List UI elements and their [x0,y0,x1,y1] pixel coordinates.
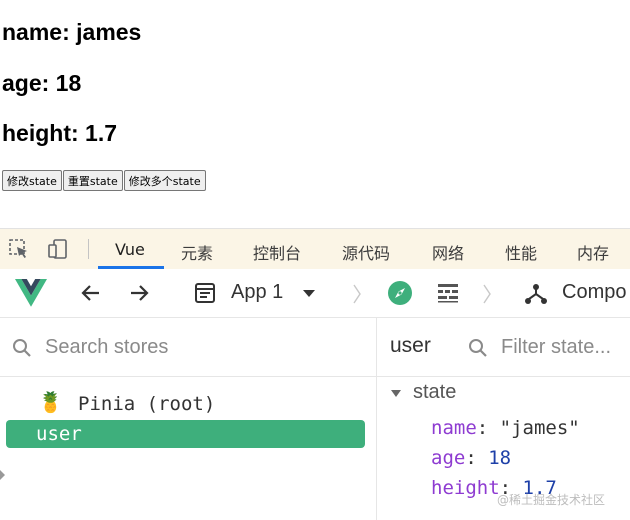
state-inspector: user Filter state... state name: "james"… [377,318,630,520]
state-prop-name: name: "james" [431,417,580,439]
components-tab-label[interactable]: Compo [562,281,626,304]
tab-console[interactable]: 控制台 [253,240,301,264]
filter-search-icon [469,339,487,357]
chevron-down-icon[interactable] [302,289,316,299]
store-item-user-label: user [36,423,82,445]
prop-key: height [431,477,500,499]
prop-value[interactable]: 18 [488,447,511,469]
search-stores-input[interactable]: Search stores [45,336,168,359]
inspect-element-icon[interactable] [8,238,30,260]
prop-key: age [431,447,466,469]
timeline-icon[interactable] [437,283,459,303]
chevron-right-icon-2 [483,284,491,304]
tab-separator [88,239,89,259]
tab-network[interactable]: 网络 [432,240,464,264]
action-buttons: 修改state 重置state 修改多个state [2,170,207,191]
vue-devtools-toolbar: App 1 Compo [0,269,630,318]
tab-performance[interactable]: 性能 [505,240,537,264]
prop-value[interactable]: "james" [500,417,580,439]
vue-logo-icon [15,279,47,307]
component-tree-icon [525,284,547,304]
forward-arrow-icon[interactable] [128,282,150,304]
search-icon [13,339,31,357]
inspector-header: user Filter state... [377,318,630,377]
inspector-title: user [390,334,431,357]
back-arrow-icon[interactable] [80,282,102,304]
tab-vue[interactable]: Vue [115,240,145,259]
watermark: @稀土掘金技术社区 [497,493,606,507]
tab-memory[interactable]: 内存 [577,240,609,264]
height-heading: height: 1.7 [2,120,118,146]
pinia-root-item[interactable]: Pinia (root) [78,393,215,415]
device-toolbar-icon[interactable] [47,238,69,260]
store-item-user[interactable]: user [6,420,365,448]
reset-state-button[interactable]: 重置state [62,170,123,191]
state-expand-icon[interactable] [391,390,401,397]
modify-multiple-state-button[interactable]: 修改多个state [123,170,206,191]
tab-sources[interactable]: 源代码 [342,240,390,264]
modify-state-button[interactable]: 修改state [2,170,62,191]
state-prop-age: age: 18 [431,447,512,469]
name-heading: name: james [2,19,142,45]
store-search[interactable]: Search stores [0,318,376,377]
stores-pane: Search stores 🍍 Pinia (root) user [0,318,377,520]
filter-state-input[interactable]: Filter state... [501,336,611,359]
state-section-label[interactable]: state [413,381,456,404]
app-window-icon [195,283,215,303]
chevron-right-icon [353,284,361,304]
collapse-arrow-icon[interactable] [0,470,5,480]
app-selector-label[interactable]: App 1 [231,281,283,304]
devtools-tab-bar: Vue 元素 控制台 源代码 网络 性能 内存 [0,228,630,270]
tab-elements[interactable]: 元素 [181,240,213,264]
pineapple-icon: 🍍 [38,392,63,414]
pinia-compass-icon[interactable] [387,280,413,306]
age-heading: age: 18 [2,70,82,96]
prop-key: name [431,417,477,439]
